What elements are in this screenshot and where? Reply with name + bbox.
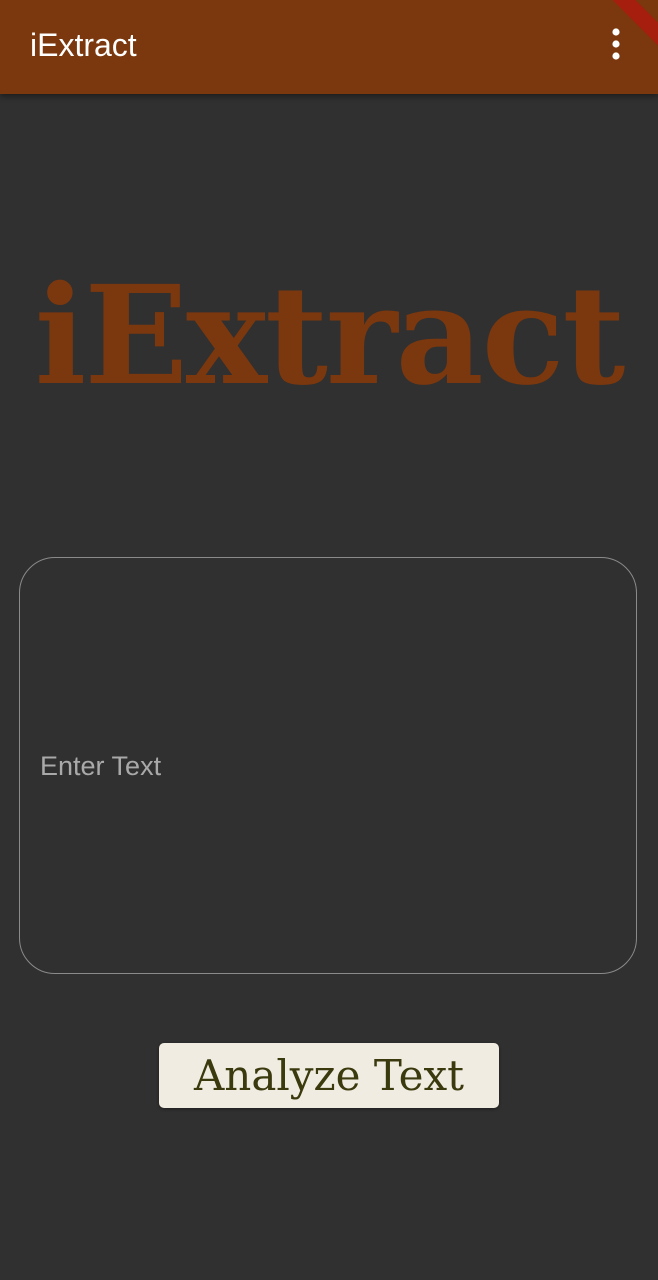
analyze-text-button[interactable]: Analyze Text [159,1043,499,1108]
debug-banner [598,0,658,60]
app-bar: iExtract [0,0,658,94]
text-input-box[interactable] [19,557,637,974]
text-input[interactable] [40,748,610,792]
app-bar-title: iExtract [30,27,137,63]
logo-title: iExtract [34,256,626,416]
analyze-text-label: Analyze Text [193,1050,465,1100]
app-screen: iExtract iExtract Analyze Text [0,0,658,1280]
